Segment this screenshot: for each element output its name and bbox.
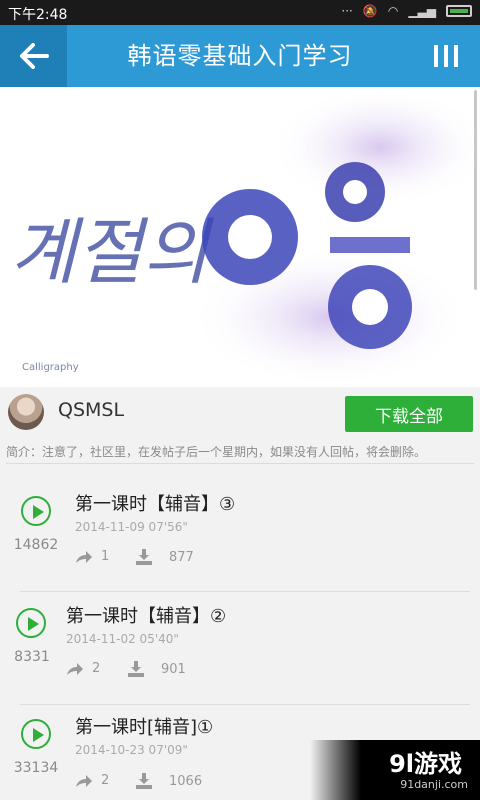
- watermark-url: 91danji.com: [400, 778, 468, 791]
- back-button[interactable]: [0, 25, 67, 87]
- download-icon: [136, 773, 152, 789]
- wifi-icon: ◠: [387, 4, 399, 18]
- app-bar: 韩语零基础入门学习: [0, 25, 480, 87]
- share-icon: [67, 662, 83, 675]
- download-meta[interactable]: 901: [127, 661, 186, 677]
- download-all-button[interactable]: 下载全部: [345, 396, 473, 432]
- play-icon[interactable]: [21, 719, 51, 749]
- lesson-title[interactable]: 第一课时[辅音]①: [75, 713, 213, 739]
- share-meta[interactable]: 2: [66, 661, 100, 676]
- lesson-title[interactable]: 第一课时【辅音】③: [75, 490, 235, 516]
- arrow-left-icon: [19, 43, 49, 69]
- download-count: 877: [169, 549, 194, 565]
- mute-icon: 🔕: [362, 4, 378, 18]
- status-icons: ··· 🔕 ◠ ▁▃▅: [341, 4, 472, 18]
- share-meta[interactable]: 1: [75, 549, 109, 564]
- course-intro: 简介：注意了，社区里，在发帖子后一个星期内，如果没有人回帖，将会删除。: [6, 445, 427, 459]
- menu-bars-icon[interactable]: [434, 45, 458, 67]
- download-meta[interactable]: 877: [135, 549, 194, 565]
- share-count: 2: [92, 661, 101, 676]
- play-count: 33134: [13, 760, 59, 776]
- watermark-logo: 9l游戏: [389, 750, 462, 778]
- banner-caption: Calligraphy: [22, 362, 79, 373]
- banner-artwork: 계절의: [10, 87, 480, 387]
- author-name[interactable]: QSMSL: [58, 399, 124, 421]
- share-meta[interactable]: 2: [75, 773, 109, 788]
- author-section: QSMSL 下载全部 简介：注意了，社区里，在发帖子后一个星期内，如果没有人回帖…: [0, 387, 480, 467]
- list-item[interactable]: 8331 第一课时【辅音】② 2014-11-02 05'40" 2 901: [0, 592, 480, 705]
- download-count: 1066: [169, 773, 203, 789]
- play-count: 8331: [14, 649, 50, 665]
- lesson-date: 2014-11-09 07'56": [75, 520, 188, 534]
- svg-text:계절의: 계절의: [10, 210, 214, 294]
- lesson-date: 2014-11-02 05'40": [66, 632, 179, 646]
- share-icon: [76, 774, 92, 787]
- site-watermark: 9l游戏 91danji.com: [310, 740, 480, 800]
- more-icon: ···: [341, 4, 353, 18]
- play-icon[interactable]: [21, 496, 51, 526]
- lesson-title[interactable]: 第一课时【辅音】②: [66, 602, 226, 628]
- play-count: 14862: [13, 537, 59, 553]
- signal-icon: ▁▃▅: [408, 4, 436, 18]
- download-meta[interactable]: 1066: [135, 773, 202, 789]
- share-icon: [76, 550, 92, 563]
- battery-icon: [446, 5, 472, 17]
- course-banner: 계절의 Calligraphy: [0, 87, 480, 387]
- avatar[interactable]: [8, 394, 44, 430]
- status-time: 下午2:48: [8, 7, 68, 23]
- download-count: 901: [161, 661, 186, 677]
- lesson-date: 2014-10-23 07'09": [75, 743, 188, 757]
- list-item[interactable]: 14862 第一课时【辅音】③ 2014-11-09 07'56" 1 877: [0, 467, 480, 592]
- status-bar: 下午2:48 ··· 🔕 ◠ ▁▃▅: [0, 0, 480, 25]
- share-count: 1: [101, 549, 110, 564]
- play-icon[interactable]: [16, 608, 46, 638]
- download-icon: [128, 661, 144, 677]
- page-title: 韩语零基础入门学习: [127, 42, 353, 70]
- scrollbar[interactable]: [474, 90, 477, 290]
- download-icon: [136, 549, 152, 565]
- divider: [6, 463, 474, 464]
- share-count: 2: [101, 773, 110, 788]
